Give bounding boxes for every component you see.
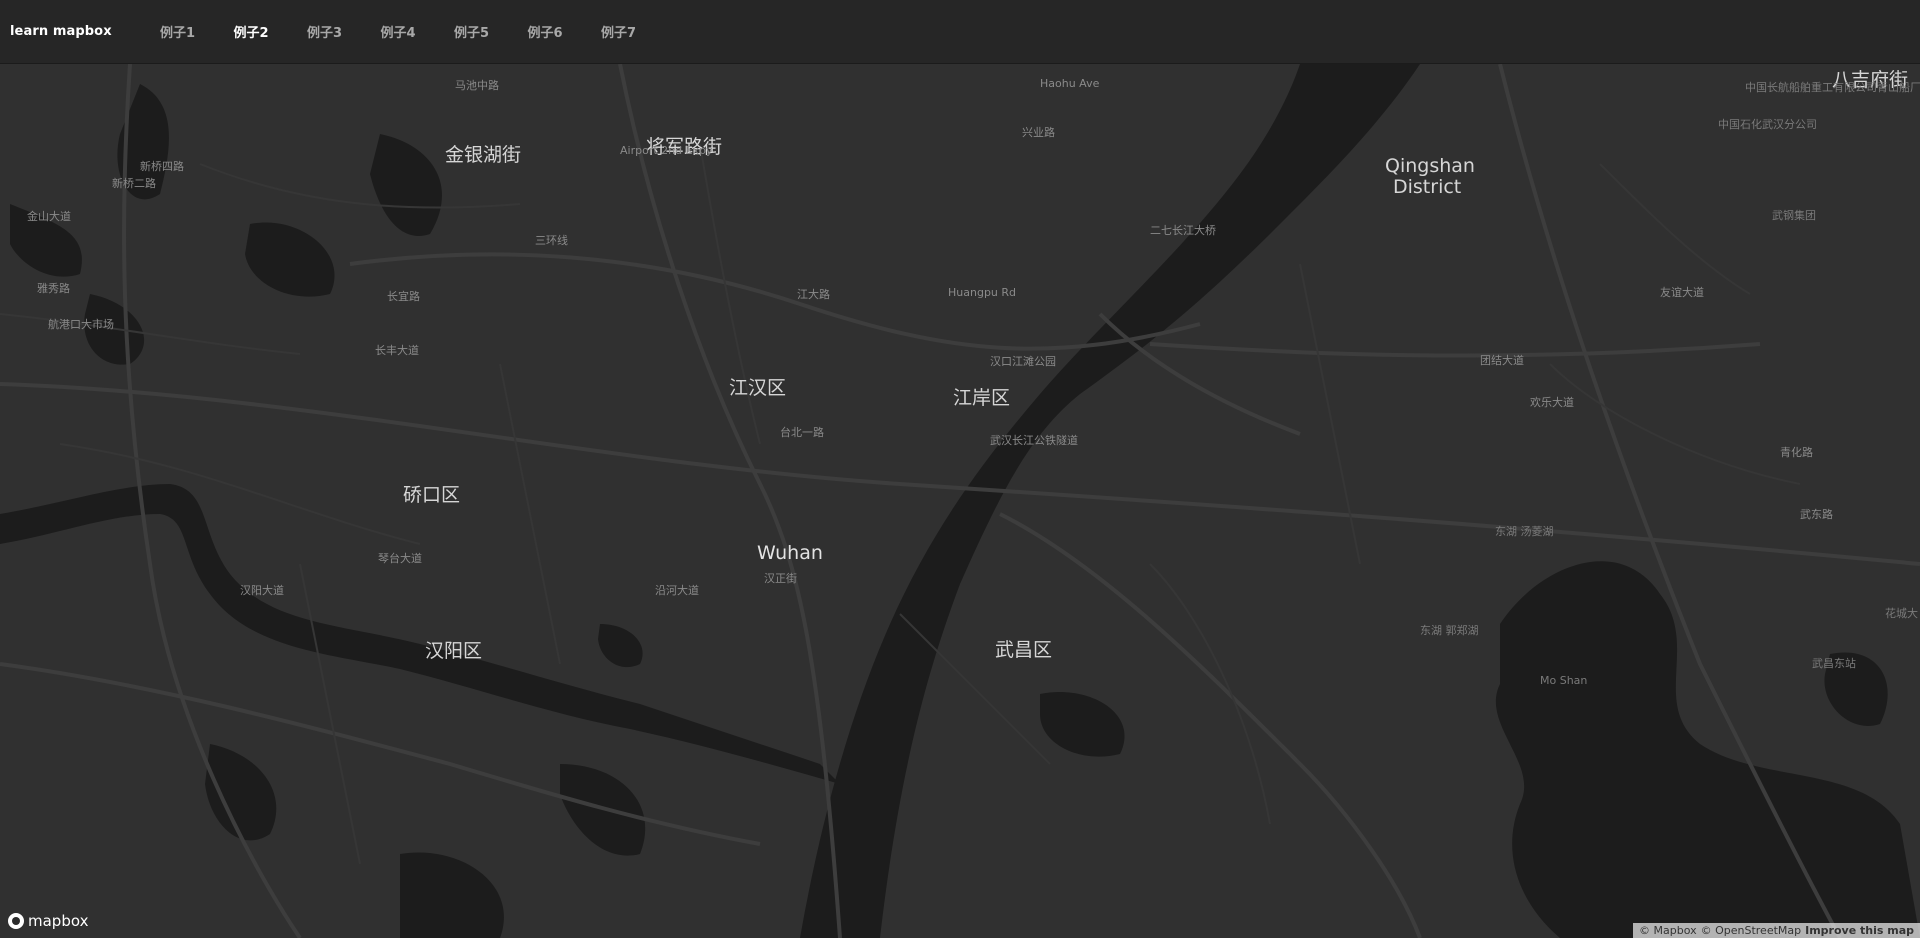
- minor-road: [1149, 563, 1271, 825]
- label-jianghan: 江汉区: [729, 377, 786, 399]
- label-wuhan: Wuhan: [757, 542, 823, 564]
- label-road-wudong: 武东路: [1800, 508, 1833, 521]
- nav-item-example4[interactable]: 例子4: [381, 22, 455, 41]
- label-qingshan-2: District: [1393, 176, 1461, 198]
- han-river: [0, 484, 840, 784]
- label-road-airport: Airport 2nd Expy: [620, 144, 713, 157]
- label-jinyinhu: 金银湖街: [445, 144, 521, 166]
- label-poi-east-lake-1: 东湖 汤菱湖: [1495, 524, 1554, 538]
- nav-item-example2[interactable]: 例子2: [234, 22, 308, 41]
- label-road-tuanjie: 团结大道: [1480, 353, 1524, 367]
- minor-road: [1599, 163, 1751, 295]
- map-svg[interactable]: 金银湖街 将军路街 江汉区 江岸区 硚口区 汉阳区 武昌区 Wuhan Qing…: [0, 64, 1920, 938]
- label-road-youyi: 友谊大道: [1660, 285, 1704, 299]
- label-tunnel: 武汉长江公铁隧道: [990, 433, 1078, 447]
- minor-road: [1299, 263, 1361, 565]
- road-han: [0, 662, 761, 846]
- map-canvas[interactable]: 金银湖街 将军路街 江汉区 江岸区 硚口区 汉阳区 武昌区 Wuhan Qing…: [0, 64, 1920, 938]
- minor-road: [1549, 363, 1801, 485]
- label-poi-moshan: Mo Shan: [1540, 674, 1587, 687]
- label-poi-east-lake-2: 东湖 郭郑湖: [1420, 623, 1479, 637]
- label-road-hanzheng: 汉正街: [764, 571, 797, 585]
- label-road-haohu: Haohu Ave: [1040, 77, 1100, 90]
- road-airport: [618, 64, 842, 938]
- label-road-xinqiao2: 新桥二路: [112, 176, 156, 190]
- minor-road: [499, 363, 561, 665]
- minor-road: [199, 163, 521, 209]
- label-road-hanyang: 汉阳大道: [240, 583, 284, 597]
- lake-yuehu: [598, 624, 643, 668]
- label-road-huangpu: Huangpu Rd: [948, 286, 1016, 299]
- top-navbar: learn mapbox 例子1 例子2 例子3 例子4 例子5 例子6 例子7: [0, 0, 1920, 64]
- label-poi-wisco: 武钢集团: [1772, 208, 1816, 222]
- east-lake: [1495, 561, 1920, 938]
- lake-wuchang: [1040, 692, 1125, 757]
- label-qingshan-1: Qingshan: [1385, 155, 1475, 177]
- label-poi-wuchang-east: 武昌东站: [1812, 656, 1856, 670]
- label-hanyang: 汉阳区: [425, 640, 482, 662]
- label-jiangan: 江岸区: [953, 387, 1010, 409]
- lake-hanyang-2: [400, 852, 504, 938]
- mapbox-logo-text: mapbox: [28, 912, 89, 930]
- nav-item-example5[interactable]: 例子5: [454, 22, 528, 41]
- label-road-taibei: 台北一路: [780, 425, 824, 439]
- label-poi-sinopec: 中国石化武汉分公司: [1718, 117, 1817, 131]
- nav-list: 例子1 例子2 例子3 例子4 例子5 例子6 例子7: [160, 22, 675, 41]
- attribution-improve-link[interactable]: Improve this map: [1805, 924, 1914, 937]
- label-road-qintai: 琴台大道: [378, 551, 422, 565]
- label-road-xingye: 兴业路: [1022, 126, 1055, 139]
- label-park-hankou: 汉口江滩公园: [990, 354, 1056, 368]
- minor-road: [699, 143, 761, 445]
- label-poi-market: 航港口大市场: [48, 317, 114, 331]
- label-poi-huacheng: 花城大: [1885, 606, 1918, 620]
- attribution-osm-link[interactable]: © OpenStreetMap: [1701, 924, 1802, 937]
- label-qiaokou: 硚口区: [403, 484, 460, 506]
- minor-road: [0, 313, 301, 355]
- label-bridge-27: 二七长江大桥: [1150, 223, 1216, 237]
- label-road-huanle: 欢乐大道: [1530, 395, 1574, 409]
- attribution-mapbox-link[interactable]: © Mapbox: [1639, 924, 1697, 937]
- nav-item-example3[interactable]: 例子3: [307, 22, 381, 41]
- label-road-yanhe: 沿河大道: [655, 583, 699, 597]
- lake-hanyang-1: [205, 744, 277, 841]
- label-road-changyi: 长宜路: [387, 289, 420, 303]
- mapbox-logo-icon: [8, 913, 24, 929]
- label-wuchang: 武昌区: [995, 639, 1052, 661]
- label-road-jinshan: 金山大道: [27, 209, 71, 223]
- label-road-yaxiu: 雅秀路: [37, 281, 70, 295]
- nav-item-example7[interactable]: 例子7: [601, 22, 675, 41]
- label-road-qinghua: 青化路: [1780, 445, 1813, 459]
- map-attribution: © Mapbox © OpenStreetMap Improve this ma…: [1633, 923, 1920, 938]
- nav-item-example6[interactable]: 例子6: [528, 22, 602, 41]
- brand-title[interactable]: learn mapbox: [10, 24, 140, 39]
- label-road-jiangda: 江大路: [797, 287, 830, 301]
- mapbox-logo[interactable]: mapbox: [8, 912, 88, 930]
- road-ring-2: [349, 252, 1201, 351]
- lake-north: [245, 222, 335, 297]
- minor-road: [299, 563, 361, 865]
- label-poi-shipyard: 中国长航船舶重工有限公司青山船厂: [1745, 80, 1920, 94]
- label-road-ring3: 三环线: [535, 233, 568, 247]
- label-road-machi: 马池中路: [455, 79, 499, 92]
- yangtze-river: [800, 64, 1420, 938]
- label-road-changfeng: 长丰大道: [375, 343, 419, 357]
- lake-northcenter: [370, 134, 442, 236]
- nav-item-example1[interactable]: 例子1: [160, 22, 234, 41]
- label-road-xinqiao4: 新桥四路: [140, 159, 184, 173]
- road-youyi: [1149, 342, 1761, 358]
